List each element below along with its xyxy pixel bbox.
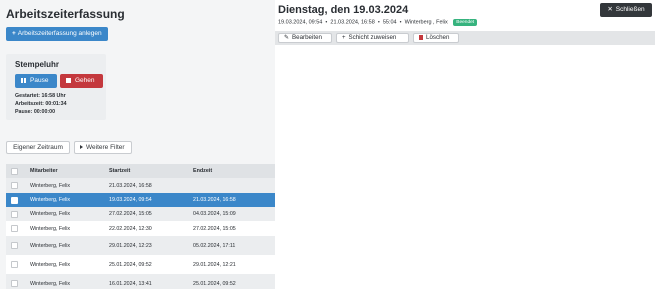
detail-start: 19.03.2024, 09:54	[278, 19, 323, 26]
pause-icon	[21, 77, 26, 83]
row-checkbox[interactable]	[11, 211, 18, 218]
close-icon: ✕	[607, 6, 613, 13]
cell-start: 25.01.2024, 09:52	[109, 262, 152, 268]
worktime-line: Arbeitszeit: 00:01:34	[15, 101, 67, 107]
row-checkbox[interactable]	[11, 225, 18, 232]
cell-start: 29.01.2024, 12:23	[109, 243, 152, 249]
table-row[interactable]: Winterberg, Felix 25.01.2024, 09:52 29.01.…	[6, 255, 275, 274]
detail-duration: 55:04	[382, 19, 397, 26]
assign-shift-label: Schicht zuweisen	[348, 34, 397, 41]
close-button[interactable]: ✕ Schließen	[600, 3, 652, 17]
edit-button[interactable]: ✎ Bearbeiten	[278, 33, 332, 43]
detail-end: 21.03.2024, 16:58	[330, 19, 375, 26]
select-all-checkbox[interactable]	[11, 167, 18, 175]
detail-panel: Dienstag, den 19.03.2024 19.03.2024, 09:…	[275, 0, 655, 289]
pencil-icon: ✎	[284, 35, 290, 41]
detail-meta: 19.03.2024, 09:54 • 21.03.2024, 16:58 • …	[278, 19, 478, 26]
time-clock-title: Stempeluhr	[15, 60, 60, 69]
detail-toolbar: ✎ Bearbeiten + Schicht zuweisen Löschen	[275, 31, 655, 45]
header-start: Startzeit	[109, 168, 131, 174]
pause-button[interactable]: Pause	[15, 74, 57, 88]
more-filters-button[interactable]: Weitere Filter	[74, 141, 132, 154]
header-end: Endzeit	[193, 168, 213, 174]
cell-end: 04.03.2024, 15:09	[193, 211, 236, 217]
delete-label: Löschen	[426, 34, 450, 41]
cell-employee: Winterberg, Felix	[30, 211, 71, 217]
row-checkbox[interactable]	[11, 242, 18, 249]
cell-employee: Winterberg, Felix	[30, 183, 71, 189]
edit-label: Bearbeiten	[292, 34, 322, 41]
cell-start: 22.02.2024, 12:30	[109, 226, 152, 232]
started-label: Gestartet:	[15, 93, 41, 99]
assign-shift-button[interactable]: + Schicht zuweisen	[336, 33, 409, 43]
table-row[interactable]: Winterberg, Felix 16.01.2024, 13:41 25.01.…	[6, 274, 275, 289]
table-row[interactable]: Winterberg, Felix 19.03.2024, 09:54 21.03.…	[6, 193, 275, 207]
pause-label: Pause	[30, 77, 49, 84]
cell-employee: Winterberg, Felix	[30, 197, 71, 203]
page-title: Arbeitszeiterfassung	[6, 7, 125, 21]
cell-start: 21.03.2024, 16:58	[109, 183, 152, 189]
cell-end: 25.01.2024, 09:52	[193, 281, 236, 287]
table-header: Mitarbeiter Startzeit Endzeit	[6, 164, 275, 178]
pause-time-line: Pause: 00:00:00	[15, 109, 55, 115]
row-checkbox[interactable]	[11, 261, 18, 268]
stop-icon	[66, 77, 71, 83]
time-entries-table: Mitarbeiter Startzeit Endzeit Winterberg…	[6, 164, 275, 289]
delete-button[interactable]: Löschen	[413, 33, 459, 43]
started-line: Gestartet: 16:58 Uhr	[15, 93, 66, 99]
detail-employee: Winterberg , Felix	[404, 19, 448, 26]
own-period-button[interactable]: Eigener Zeitraum	[6, 141, 70, 154]
cell-end: 21.03.2024, 16:58	[193, 197, 236, 203]
cell-end: 29.01.2024, 12:21	[193, 262, 236, 268]
caret-right-icon	[80, 145, 83, 149]
leave-button[interactable]: Gehen	[60, 74, 103, 88]
row-checkbox[interactable]	[11, 182, 18, 189]
status-badge: Beendet	[453, 19, 478, 26]
pause-time-label: Pause:	[15, 109, 33, 115]
create-entry-button[interactable]: + Arbeitszeiterfassung anlegen	[6, 27, 108, 41]
row-checkbox[interactable]	[11, 280, 18, 287]
header-employee: Mitarbeiter	[30, 168, 58, 174]
cell-employee: Winterberg, Felix	[30, 243, 71, 249]
list-panel: Arbeitszeiterfassung + Arbeitszeiterfassu…	[0, 0, 275, 289]
cell-employee: Winterberg, Felix	[30, 262, 71, 268]
cell-employee: Winterberg, Felix	[30, 226, 71, 232]
detail-title: Dienstag, den 19.03.2024	[278, 4, 409, 16]
pause-time-value: 00:00:00	[33, 109, 56, 115]
row-checkbox[interactable]	[11, 197, 18, 204]
leave-label: Gehen	[75, 77, 95, 84]
table-row[interactable]: Winterberg, Felix 22.02.2024, 12:30 27.02.…	[6, 221, 275, 236]
create-entry-label: Arbeitszeiterfassung anlegen	[17, 30, 102, 37]
table-row[interactable]: Winterberg, Felix 29.01.2024, 12:23 05.02.…	[6, 236, 275, 255]
table-body: Winterberg, Felix 21.03.2024, 16:58 Winter…	[6, 178, 275, 289]
worktime-value: 00:01:34	[45, 101, 67, 107]
table-row[interactable]: Winterberg, Felix 27.02.2024, 15:05 04.03.…	[6, 207, 275, 221]
worktime-label: Arbeitszeit:	[15, 101, 44, 107]
more-filters-label: Weitere Filter	[86, 144, 125, 151]
cell-employee: Winterberg, Felix	[30, 281, 71, 287]
cell-start: 16.01.2024, 13:41	[109, 281, 152, 287]
cell-start: 27.02.2024, 15:05	[109, 211, 152, 217]
started-value: 16:58 Uhr	[41, 93, 66, 99]
plus-icon: +	[12, 30, 16, 37]
trash-icon	[419, 34, 423, 40]
cell-start: 19.03.2024, 09:54	[109, 197, 152, 203]
table-row[interactable]: Winterberg, Felix 21.03.2024, 16:58	[6, 178, 275, 193]
cell-end: 27.02.2024, 15:05	[193, 226, 236, 232]
plus-icon: +	[342, 35, 346, 41]
time-clock-card: Stempeluhr Pause Gehen Gestartet: 16:58 …	[6, 54, 106, 120]
cell-end: 05.02.2024, 17:11	[193, 243, 236, 249]
close-label: Schließen	[615, 6, 645, 13]
